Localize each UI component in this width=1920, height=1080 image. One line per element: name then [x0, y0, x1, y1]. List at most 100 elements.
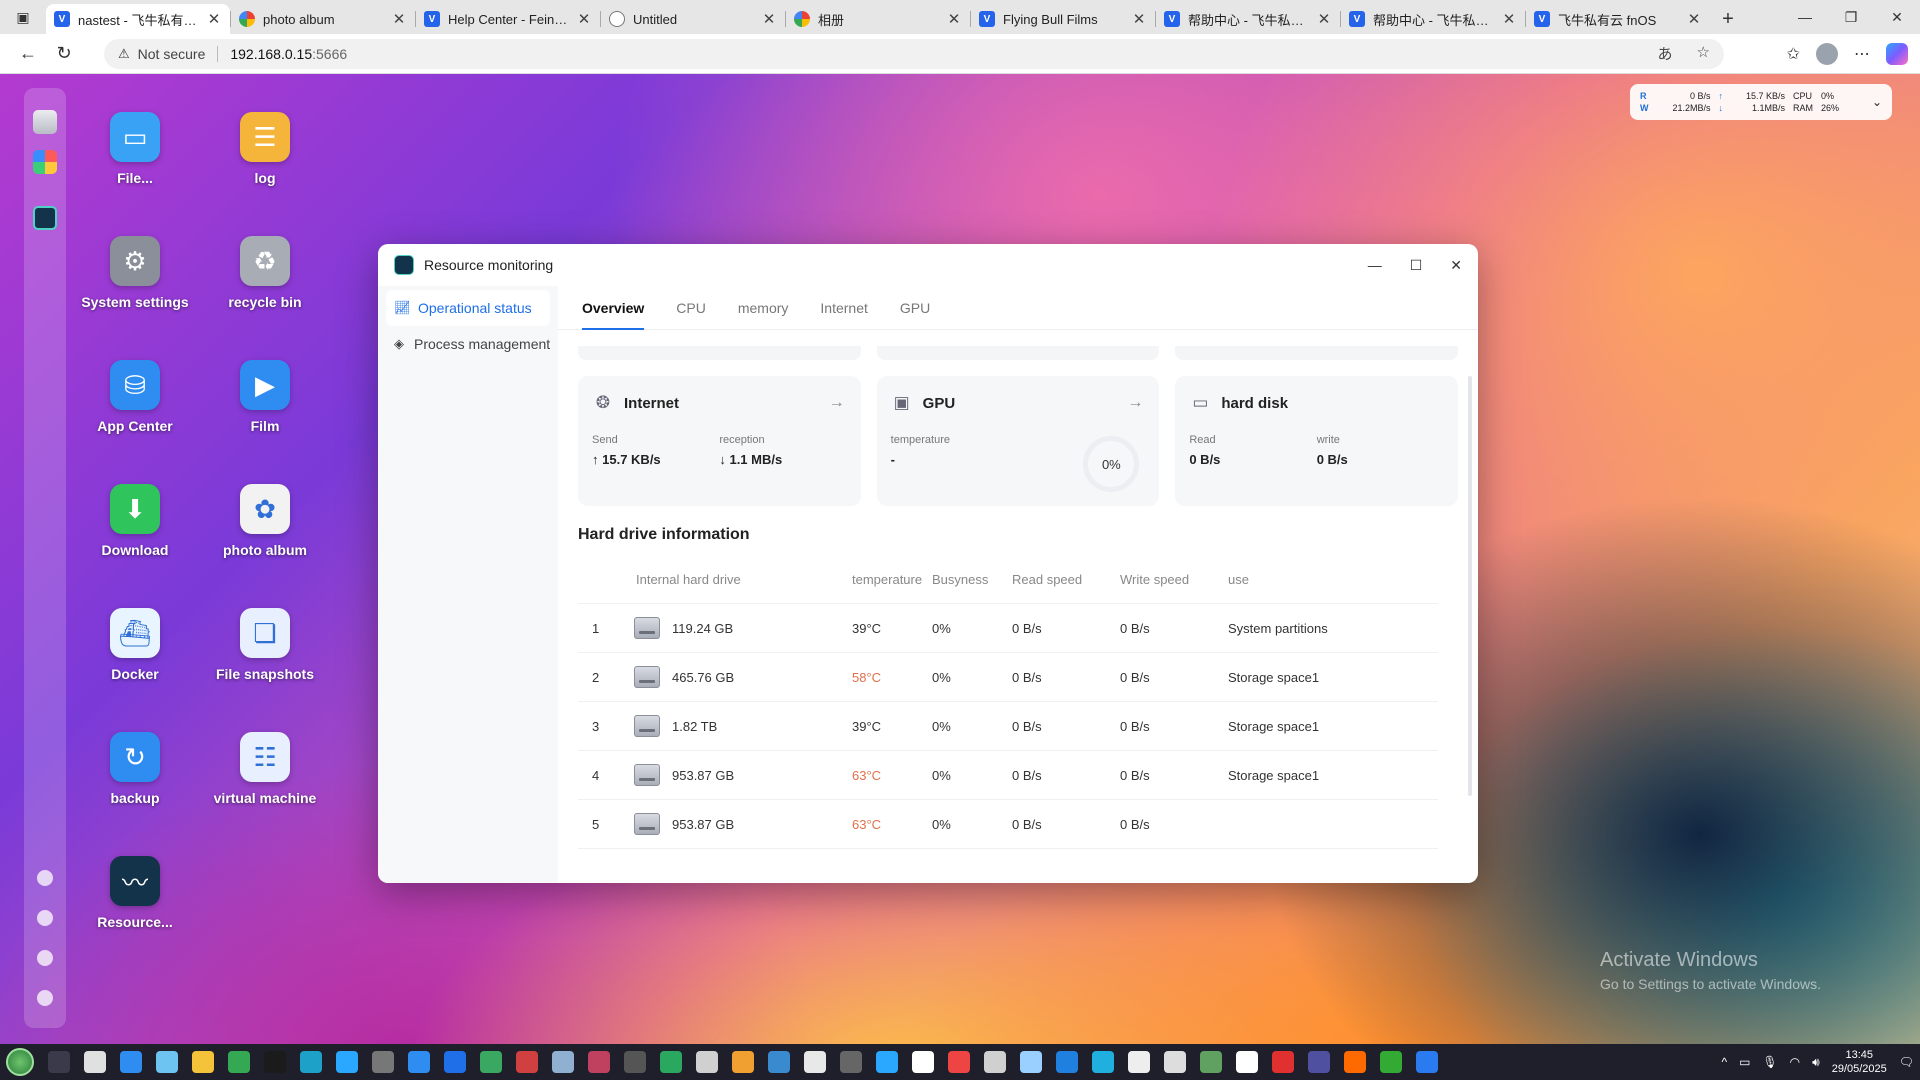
table-row[interactable]: 2 465.76 GB 58°C 0% 0 B/s 0 B/s Storage …: [578, 653, 1438, 702]
window-maximize-icon[interactable]: ☐: [1410, 257, 1423, 274]
taskbar-app-icon[interactable]: [264, 1051, 286, 1073]
taskbar-app-icon[interactable]: [48, 1051, 70, 1073]
notification-bell-icon[interactable]: [37, 910, 53, 926]
browser-tab[interactable]: V nastest - 飞牛私有云fnOS ✕: [46, 4, 230, 34]
translate-icon[interactable]: あ: [1658, 43, 1673, 64]
browser-tab[interactable]: Untitled ✕: [601, 4, 785, 34]
taskbar-app-icon[interactable]: [1056, 1051, 1078, 1073]
desktop-view-icon[interactable]: [33, 110, 57, 134]
taskbar-app-icon[interactable]: [984, 1051, 1006, 1073]
more-menu-icon[interactable]: ⋯: [1854, 44, 1870, 64]
tray-chevron-icon[interactable]: ^: [1721, 1055, 1727, 1069]
copilot-icon[interactable]: [1886, 42, 1908, 65]
tab-close-icon[interactable]: ✕: [1686, 10, 1702, 28]
start-button[interactable]: [6, 1048, 34, 1076]
refresh-icon[interactable]: ↻: [46, 38, 82, 70]
notifications-icon[interactable]: 🗨︎: [1899, 1055, 1914, 1069]
taskbar-app-icon[interactable]: [120, 1051, 142, 1073]
desktop-icon-backup[interactable]: ↻ backup: [75, 726, 195, 836]
table-row[interactable]: 4 953.87 GB 63°C 0% 0 B/s 0 B/s Storage …: [578, 751, 1438, 800]
window-titlebar[interactable]: Resource monitoring — ☐ ✕: [378, 244, 1478, 286]
hard-disk-card[interactable]: ▭ hard disk Read 0 B/s write 0 B/s: [1175, 376, 1459, 506]
desktop-icon-download[interactable]: ⬇ Download: [75, 478, 195, 588]
taskbar-app-icon[interactable]: [1380, 1051, 1402, 1073]
taskbar-app-icon[interactable]: [624, 1051, 646, 1073]
browser-tab[interactable]: V Flying Bull Films ✕: [971, 4, 1155, 34]
col-internal-hard-drive[interactable]: Internal hard drive: [634, 572, 852, 587]
table-row[interactable]: 3 1.82 TB 39°C 0% 0 B/s 0 B/s Storage sp…: [578, 702, 1438, 751]
table-row[interactable]: 5 953.87 GB 63°C 0% 0 B/s 0 B/s: [578, 800, 1438, 849]
desktop-icon-resource[interactable]: 〰 Resource...: [75, 850, 195, 960]
taskbar-app-icon[interactable]: [948, 1051, 970, 1073]
chevron-down-icon[interactable]: ⌄: [1872, 95, 1882, 109]
taskbar-app-icon[interactable]: [300, 1051, 322, 1073]
taskbar-app-icon[interactable]: [552, 1051, 574, 1073]
window-minimize-icon[interactable]: —: [1368, 257, 1382, 274]
taskbar-app-icon[interactable]: [372, 1051, 394, 1073]
resource-monitor-dock-icon[interactable]: [26, 202, 68, 238]
tab-close-icon[interactable]: ✕: [1316, 10, 1332, 28]
browser-tab[interactable]: V Help Center - Feiniu Private Cloud ✕: [416, 4, 600, 34]
arrow-right-icon[interactable]: →: [1127, 394, 1143, 412]
desktop-icon-log[interactable]: ☰ log: [205, 106, 325, 216]
gpu-card[interactable]: ▣ GPU → temperature - 0%: [876, 376, 1160, 506]
taskbar-app-icon[interactable]: [876, 1051, 898, 1073]
apps-grid-icon[interactable]: [33, 150, 57, 174]
desktop-icon-file[interactable]: ▭ File...: [75, 106, 195, 216]
taskbar-app-icon[interactable]: [1272, 1051, 1294, 1073]
user-icon[interactable]: [37, 950, 53, 966]
window-close-icon[interactable]: ✕: [1450, 257, 1462, 274]
favorite-star-icon[interactable]: ☆: [1697, 43, 1710, 64]
taskbar-app-icon[interactable]: [696, 1051, 718, 1073]
taskbar-app-icon[interactable]: [1236, 1051, 1258, 1073]
taskbar-app-icon[interactable]: [516, 1051, 538, 1073]
minimize-icon[interactable]: —: [1782, 0, 1828, 34]
tab-actions-icon[interactable]: ▣: [0, 0, 46, 34]
desktop-icon-photo-album[interactable]: ✿ photo album: [205, 478, 325, 588]
tab-close-icon[interactable]: ✕: [391, 10, 407, 28]
desktop-icon-recycle-bin[interactable]: ♻ recycle bin: [205, 230, 325, 340]
taskbar-app-icon[interactable]: [84, 1051, 106, 1073]
desktop-icon-docker[interactable]: ⛴ Docker: [75, 602, 195, 712]
back-icon[interactable]: ←: [10, 38, 46, 70]
desktop-icon-file-snapshots[interactable]: ❏ File snapshots: [205, 602, 325, 712]
taskbar-app-icon[interactable]: [192, 1051, 214, 1073]
taskbar-app-icon[interactable]: [588, 1051, 610, 1073]
tab-close-icon[interactable]: ✕: [206, 10, 222, 28]
url-field[interactable]: ⚠ Not secure 192.168.0.15:5666 あ ☆: [104, 38, 1724, 69]
system-monitor-widget[interactable]: R W 0 B/s 21.2MB/s ↑ ↓ 15.7 KB/s 1.1MB/s…: [1630, 84, 1892, 120]
taskbar-app-icon[interactable]: [804, 1051, 826, 1073]
taskbar-app-icon[interactable]: [768, 1051, 790, 1073]
wifi-icon[interactable]: ◠: [1790, 1055, 1800, 1069]
browser-tab[interactable]: 相册 ✕: [786, 4, 970, 34]
arrow-right-icon[interactable]: →: [829, 394, 845, 412]
taskbar-app-icon[interactable]: [1416, 1051, 1438, 1073]
taskbar-app-icon[interactable]: [156, 1051, 178, 1073]
tab-gpu[interactable]: GPU: [900, 286, 930, 330]
tab-close-icon[interactable]: ✕: [946, 10, 962, 28]
taskbar-app-icon[interactable]: [660, 1051, 682, 1073]
taskbar-app-icon[interactable]: [840, 1051, 862, 1073]
desktop-icon-app-center[interactable]: ⛁ App Center: [75, 354, 195, 464]
tab-memory[interactable]: memory: [738, 286, 789, 330]
tab-close-icon[interactable]: ✕: [1131, 10, 1147, 28]
browser-tab[interactable]: V 帮助中心 - 飞牛私有云fnOS ✕: [1156, 4, 1340, 34]
taskbar-app-icon[interactable]: [1200, 1051, 1222, 1073]
desktop-icon-film[interactable]: ▶ Film: [205, 354, 325, 464]
internet-card[interactable]: ❂ Internet → Send ↑ 15.7 KB/s reception ↓…: [578, 376, 861, 506]
settings-icon[interactable]: [37, 990, 53, 1006]
taskbar-app-icon[interactable]: [1020, 1051, 1042, 1073]
browser-tab[interactable]: V 帮助中心 - 飞牛私有云fnOS ✕: [1341, 4, 1525, 34]
scrollbar[interactable]: [1468, 376, 1472, 796]
tab-internet[interactable]: Internet: [820, 286, 867, 330]
col-temperature[interactable]: temperature: [852, 572, 932, 587]
tab-close-icon[interactable]: ✕: [1501, 10, 1517, 28]
sidebar-item-process-management[interactable]: ◈ Process management: [386, 326, 550, 362]
sidebar-item-operational-status[interactable]: 📈︎ Operational status: [386, 290, 550, 326]
col-read-speed[interactable]: Read speed: [1012, 572, 1120, 587]
taskbar-app-icon[interactable]: [1344, 1051, 1366, 1073]
taskbar-app-icon[interactable]: [480, 1051, 502, 1073]
taskbar-app-icon[interactable]: [336, 1051, 358, 1073]
desktop-icon-system-settings[interactable]: ⚙ System settings: [75, 230, 195, 340]
taskbar-app-icon[interactable]: [1128, 1051, 1150, 1073]
